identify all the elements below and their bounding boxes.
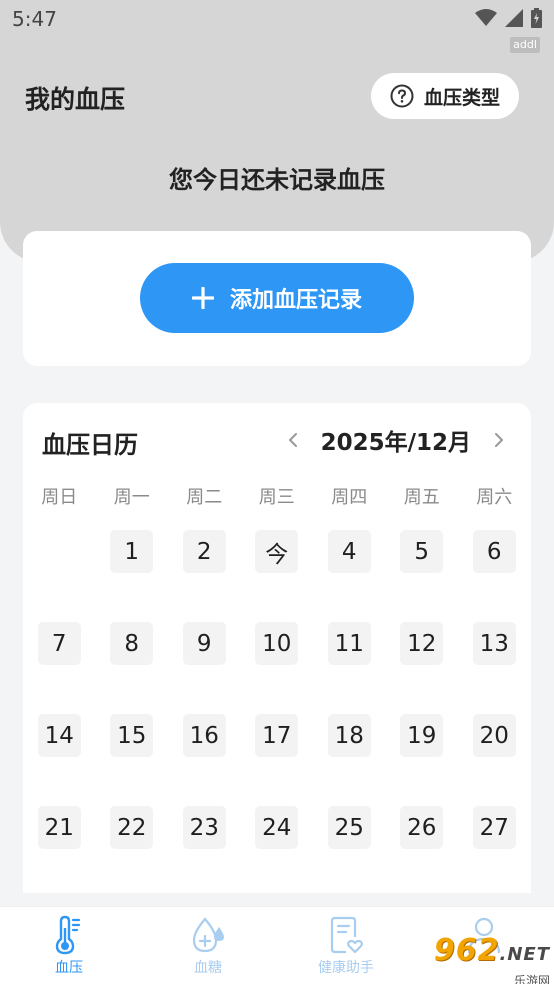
- calendar-day[interactable]: 5: [400, 530, 444, 573]
- status-time: 5:47: [12, 7, 57, 31]
- calendar-day[interactable]: 26: [400, 806, 444, 849]
- calendar-day[interactable]: 14: [37, 714, 81, 757]
- weekday-label: 周六: [476, 487, 513, 508]
- cell-signal-icon: [505, 9, 523, 27]
- calendar-day[interactable]: 11: [327, 622, 371, 665]
- tab-label: 血糖: [194, 960, 222, 976]
- watermark-logo: 962.NET 乐游网: [422, 933, 550, 984]
- calendar-day[interactable]: 20: [472, 714, 516, 757]
- calendar-day[interactable]: 2: [182, 530, 226, 573]
- blood-drop-icon: [192, 917, 224, 953]
- health-assistant-icon: [330, 916, 363, 954]
- bp-type-button[interactable]: 血压类型: [371, 73, 519, 119]
- calendar-day[interactable]: 6: [472, 530, 516, 573]
- calendar-day[interactable]: 16: [182, 714, 226, 757]
- calendar-day[interactable]: 4: [327, 530, 371, 573]
- page-title: 我的血压: [25, 85, 126, 114]
- bp-type-label: 血压类型: [423, 86, 500, 109]
- calendar-day[interactable]: 12: [400, 622, 444, 665]
- chevron-left-icon: [288, 433, 297, 447]
- calendar-day[interactable]: 10: [255, 622, 299, 665]
- next-month-button[interactable]: [489, 427, 509, 453]
- calendar-month-label: 2025年/12月: [320, 430, 471, 456]
- weekday-label: 周五: [403, 487, 440, 508]
- calendar-month-nav: 2025年/12月: [283, 423, 509, 457]
- tab-blood-pressure[interactable]: 血压: [19, 915, 119, 977]
- calendar-day[interactable]: 25: [327, 806, 371, 849]
- add-record-label: 添加血压记录: [229, 288, 362, 313]
- watermark-sub: 乐游网: [513, 974, 550, 984]
- calendar-day[interactable]: 8: [110, 622, 154, 665]
- calendar-day[interactable]: 21: [37, 806, 81, 849]
- calendar-day[interactable]: 17: [255, 714, 299, 757]
- tab-label: 血压: [55, 960, 83, 976]
- calendar-day[interactable]: 7: [37, 622, 81, 665]
- header-background: [0, 0, 554, 262]
- calendar-day[interactable]: 9: [182, 622, 226, 665]
- weekday-label: 周三: [258, 487, 295, 508]
- status-tag: addl: [510, 37, 540, 53]
- calendar-day[interactable]: 24: [255, 806, 299, 849]
- calendar-day[interactable]: 19: [400, 714, 444, 757]
- prev-month-button[interactable]: [283, 427, 303, 453]
- watermark-suffix: .NET: [499, 944, 550, 965]
- watermark-main: 962: [433, 933, 500, 968]
- weekday-label: 周日: [41, 487, 78, 508]
- help-icon: [390, 84, 414, 108]
- calendar-day[interactable]: 1: [110, 530, 154, 573]
- add-record-button[interactable]: 添加血压记录: [140, 263, 414, 333]
- status-icons: [475, 8, 542, 28]
- tab-health-assistant[interactable]: 健康助手: [296, 915, 396, 977]
- add-record-card: 添加血压记录: [23, 231, 531, 366]
- calendar-day[interactable]: 22: [110, 806, 154, 849]
- calendar-day[interactable]: 27: [472, 806, 516, 849]
- tab-blood-sugar[interactable]: 血糖: [158, 915, 258, 977]
- weekday-label: 周二: [186, 487, 223, 508]
- plus-icon: [191, 287, 214, 309]
- calendar-day[interactable]: 15: [110, 714, 154, 757]
- thermometer-icon: [55, 915, 81, 955]
- chevron-right-icon: [495, 433, 503, 447]
- battery-icon: [531, 8, 542, 28]
- weekday-header-row: 周日 周一 周二 周三 周四 周五 周六: [23, 483, 531, 508]
- weekday-label: 周一: [113, 487, 150, 508]
- status-bar: 5:47: [0, 0, 554, 38]
- bp-calendar: 血压日历 2025年/12月 周日 周一 周二 周三 周四 周五 周六 12今4567891…: [23, 403, 531, 893]
- calendar-day-today[interactable]: 今: [255, 530, 299, 573]
- tab-label: 健康助手: [318, 960, 374, 976]
- calendar-day[interactable]: 18: [327, 714, 371, 757]
- wifi-icon: [475, 9, 497, 26]
- calendar-title: 血压日历: [42, 431, 138, 459]
- calendar-day[interactable]: 13: [472, 622, 516, 665]
- no-record-message: 您今日还未记录血压: [169, 166, 385, 194]
- calendar-day[interactable]: 23: [182, 806, 226, 849]
- weekday-label: 周四: [331, 487, 368, 508]
